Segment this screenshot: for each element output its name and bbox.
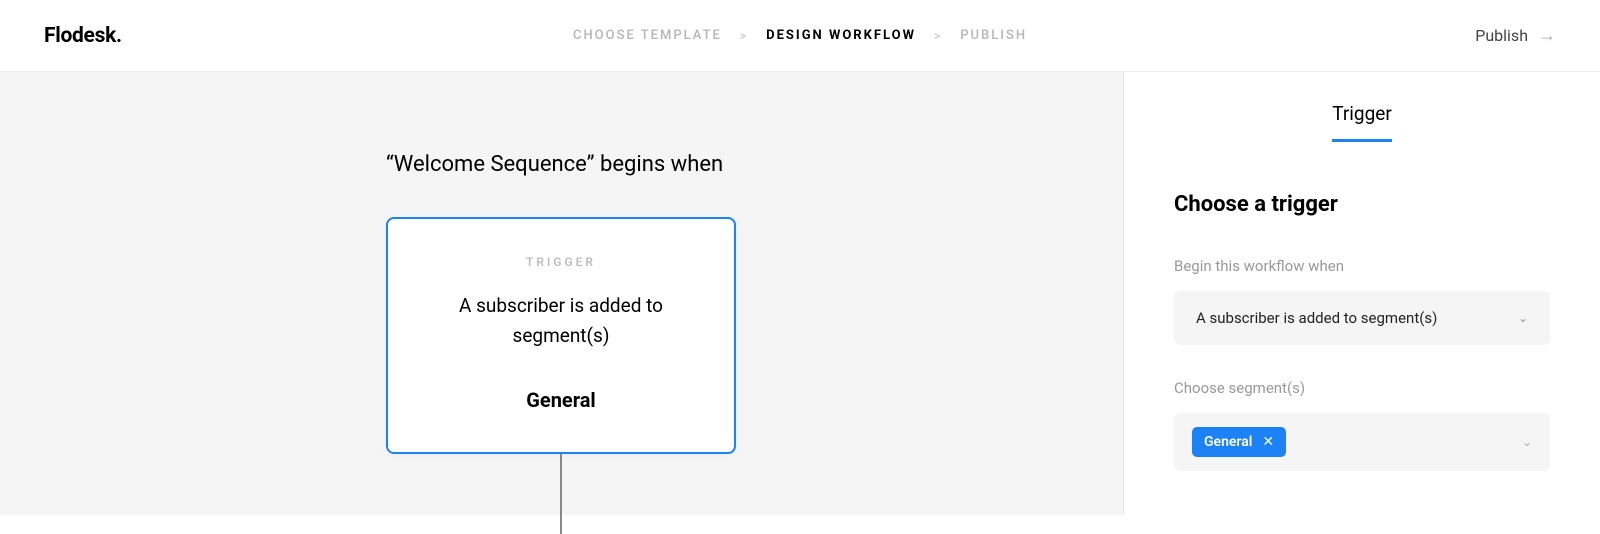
trigger-type-value: A subscriber is added to segment(s) (1196, 309, 1437, 327)
step-choose-template[interactable]: CHOOSE TEMPLATE (573, 28, 722, 43)
publish-button-label: Publish (1475, 26, 1528, 45)
main-content: “Welcome Sequence” begins when TRIGGER A… (0, 72, 1600, 515)
trigger-card-description: A subscriber is added to segment(s) (416, 291, 706, 352)
workflow-canvas: “Welcome Sequence” begins when TRIGGER A… (0, 72, 1123, 515)
settings-sidebar: Trigger Choose a trigger Begin this work… (1123, 72, 1600, 515)
segments-label: Choose segment(s) (1174, 379, 1550, 397)
connector-line (560, 454, 562, 534)
tab-row: Trigger (1174, 102, 1550, 142)
trigger-card-segment: General (416, 388, 706, 412)
step-publish[interactable]: PUBLISH (960, 28, 1027, 43)
chevron-down-icon: ⌄ (1522, 435, 1532, 449)
segment-chip: General ✕ (1192, 427, 1286, 457)
app-header: Flodesk. CHOOSE TEMPLATE > DESIGN WORKFL… (0, 0, 1600, 72)
chevron-right-icon: > (934, 29, 942, 43)
trigger-type-select[interactable]: A subscriber is added to segment(s) ⌄ (1174, 291, 1550, 345)
segment-select[interactable]: General ✕ ⌄ (1174, 413, 1550, 471)
breadcrumb: CHOOSE TEMPLATE > DESIGN WORKFLOW > PUBL… (573, 28, 1027, 43)
publish-button[interactable]: Publish → (1475, 25, 1556, 46)
chevron-down-icon: ⌄ (1518, 311, 1528, 325)
workflow-title: “Welcome Sequence” begins when (386, 152, 946, 177)
begin-label: Begin this workflow when (1174, 257, 1550, 275)
arrow-right-icon: → (1538, 25, 1556, 46)
trigger-card-eyebrow: TRIGGER (416, 255, 706, 269)
logo: Flodesk. (44, 24, 122, 48)
step-design-workflow[interactable]: DESIGN WORKFLOW (766, 28, 916, 43)
panel-heading: Choose a trigger (1174, 192, 1550, 217)
remove-segment-icon[interactable]: ✕ (1262, 434, 1274, 450)
trigger-card[interactable]: TRIGGER A subscriber is added to segment… (386, 217, 736, 454)
segment-chip-label: General (1204, 434, 1252, 450)
tab-trigger[interactable]: Trigger (1332, 102, 1392, 142)
chevron-right-icon: > (740, 29, 748, 43)
